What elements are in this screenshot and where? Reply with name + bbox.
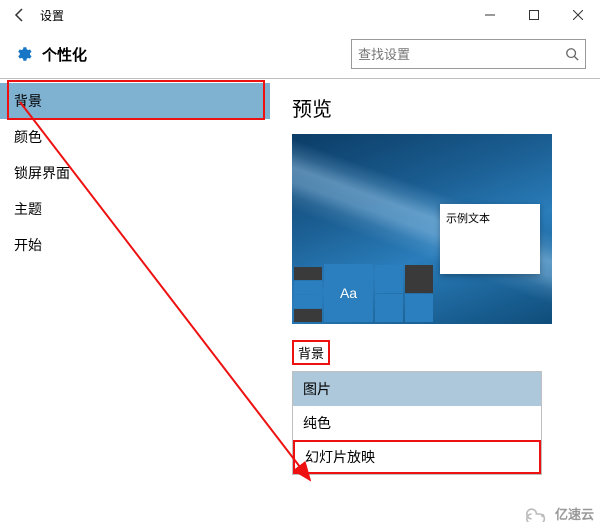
minimize-button[interactable]	[468, 0, 512, 30]
preview-start-tiles: Aa	[292, 258, 435, 324]
sidebar-item-colors[interactable]: 颜色	[0, 119, 270, 155]
field-label-text: 背景	[292, 340, 330, 365]
back-button[interactable]	[8, 3, 32, 27]
sidebar-item-label: 颜色	[14, 127, 42, 147]
sidebar-item-background[interactable]: 背景	[0, 83, 270, 119]
sidebar-item-themes[interactable]: 主题	[0, 191, 270, 227]
window-controls	[468, 0, 600, 30]
window-title: 设置	[40, 7, 64, 24]
sidebar-item-label: 锁屏界面	[14, 163, 70, 183]
dropdown-option-slideshow[interactable]: 幻灯片放映	[293, 440, 541, 474]
watermark-text: 亿速云	[555, 504, 594, 523]
dropdown-option-label: 幻灯片放映	[305, 447, 375, 467]
sidebar: 背景 颜色 锁屏界面 主题 开始	[0, 79, 270, 529]
watermark: 亿速云	[525, 504, 594, 523]
body: 背景 颜色 锁屏界面 主题 开始 预览 示例文本 Aa 背景 图片 纯色 幻灯片…	[0, 79, 600, 529]
main-panel: 预览 示例文本 Aa 背景 图片 纯色 幻灯片放映	[270, 79, 600, 529]
search-box[interactable]	[351, 39, 586, 69]
header: 个性化	[0, 30, 600, 78]
preview-heading: 预览	[292, 93, 588, 122]
sidebar-item-label: 主题	[14, 199, 42, 219]
background-field-label: 背景	[292, 324, 588, 365]
sidebar-item-start[interactable]: 开始	[0, 227, 270, 263]
sidebar-item-label: 开始	[14, 235, 42, 255]
dropdown-option-picture[interactable]: 图片	[293, 372, 541, 406]
maximize-button[interactable]	[512, 0, 556, 30]
titlebar: 设置	[0, 0, 600, 30]
dropdown-option-label: 纯色	[303, 413, 331, 433]
page-title: 个性化	[42, 44, 87, 65]
search-icon	[565, 47, 579, 61]
sample-text: 示例文本	[446, 213, 490, 225]
gear-icon	[14, 45, 32, 63]
preview-sample-window: 示例文本	[440, 204, 540, 274]
close-button[interactable]	[556, 0, 600, 30]
sidebar-item-lockscreen[interactable]: 锁屏界面	[0, 155, 270, 191]
desktop-preview: 示例文本 Aa	[292, 134, 552, 324]
sidebar-item-label: 背景	[14, 91, 42, 111]
background-dropdown[interactable]: 图片 纯色 幻灯片放映	[292, 371, 542, 475]
preview-tile-aa: Aa	[324, 264, 373, 322]
search-input[interactable]	[358, 47, 565, 62]
dropdown-option-solid[interactable]: 纯色	[293, 406, 541, 440]
dropdown-option-label: 图片	[303, 379, 331, 399]
watermark-icon	[525, 506, 551, 522]
